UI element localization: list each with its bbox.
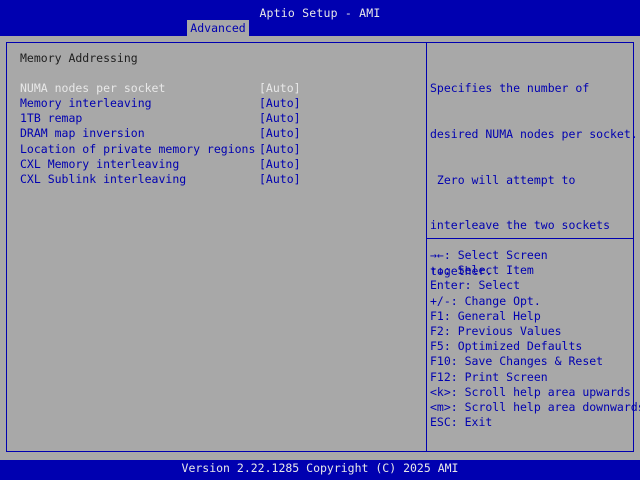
section-title: Memory Addressing: [20, 51, 138, 65]
help-line: Specifies the number of: [430, 81, 590, 96]
key-hint: F10: Save Changes & Reset: [430, 354, 604, 369]
setting-value[interactable]: [Auto]: [259, 96, 301, 111]
key-hint: →←: Select Screen: [430, 248, 548, 262]
setting-cxl-memory-interleaving[interactable]: CXL Memory interleaving [Auto]: [20, 157, 310, 172]
key-hint: ESC: Exit: [430, 415, 493, 430]
setting-value[interactable]: [Auto]: [259, 172, 301, 187]
help-line: desired NUMA nodes per socket.: [430, 127, 638, 142]
setting-1tb-remap[interactable]: 1TB remap [Auto]: [20, 111, 310, 126]
title-bar: Aptio Setup - AMI Advanced: [0, 0, 640, 36]
setting-label: 1TB remap: [20, 111, 83, 125]
setting-label: CXL Memory interleaving: [20, 157, 180, 171]
help-line: interleave the two sockets: [430, 218, 611, 233]
app-title: Aptio Setup - AMI: [259, 6, 381, 20]
key-hint: F12: Print Screen: [430, 369, 548, 384]
setting-value[interactable]: [Auto]: [259, 81, 301, 96]
version-text: Version 2.22.1285 Copyright (C) 2025 AMI: [181, 461, 459, 475]
setting-label: NUMA nodes per socket: [20, 81, 166, 95]
setting-value[interactable]: [Auto]: [259, 126, 301, 141]
key-hint: +/-: Change Opt.: [430, 293, 541, 308]
setting-value[interactable]: [Auto]: [259, 142, 301, 157]
key-hint: F1: General Help: [430, 308, 541, 323]
key-hint: <k>: Scroll help area upwards: [430, 384, 631, 399]
setting-label: DRAM map inversion: [20, 126, 145, 140]
tab-advanced[interactable]: Advanced: [187, 20, 249, 36]
setting-numa-nodes-per-socket[interactable]: NUMA nodes per socket [Auto]: [20, 81, 310, 96]
setting-label: CXL Sublink interleaving: [20, 172, 187, 186]
setting-value[interactable]: [Auto]: [259, 111, 301, 126]
setting-value[interactable]: [Auto]: [259, 157, 301, 172]
setting-dram-map-inversion[interactable]: DRAM map inversion [Auto]: [20, 126, 310, 141]
key-hint: <m>: Scroll help area downwards: [430, 400, 640, 415]
key-hint: ↑↓: Select Item: [430, 263, 534, 278]
key-hint: F5: Optimized Defaults: [430, 339, 583, 354]
setting-cxl-sublink-interleaving[interactable]: CXL Sublink interleaving [Auto]: [20, 172, 310, 187]
key-hint: F2: Previous Values: [430, 324, 562, 339]
setting-label: Memory interleaving: [20, 96, 152, 110]
key-hint: Enter: Select: [430, 278, 521, 293]
setting-memory-interleaving[interactable]: Memory interleaving [Auto]: [20, 96, 310, 111]
key-legend: →←: Select Screen ↑↓: Select Item Enter:…: [430, 248, 640, 430]
setting-label: Location of private memory regions: [20, 142, 256, 156]
vertical-divider: [426, 42, 427, 452]
help-line: Zero will attempt to: [430, 172, 576, 187]
footer-bar: Version 2.22.1285 Copyright (C) 2025 AMI: [0, 460, 640, 480]
setting-private-memory-regions[interactable]: Location of private memory regions [Auto…: [20, 142, 310, 157]
